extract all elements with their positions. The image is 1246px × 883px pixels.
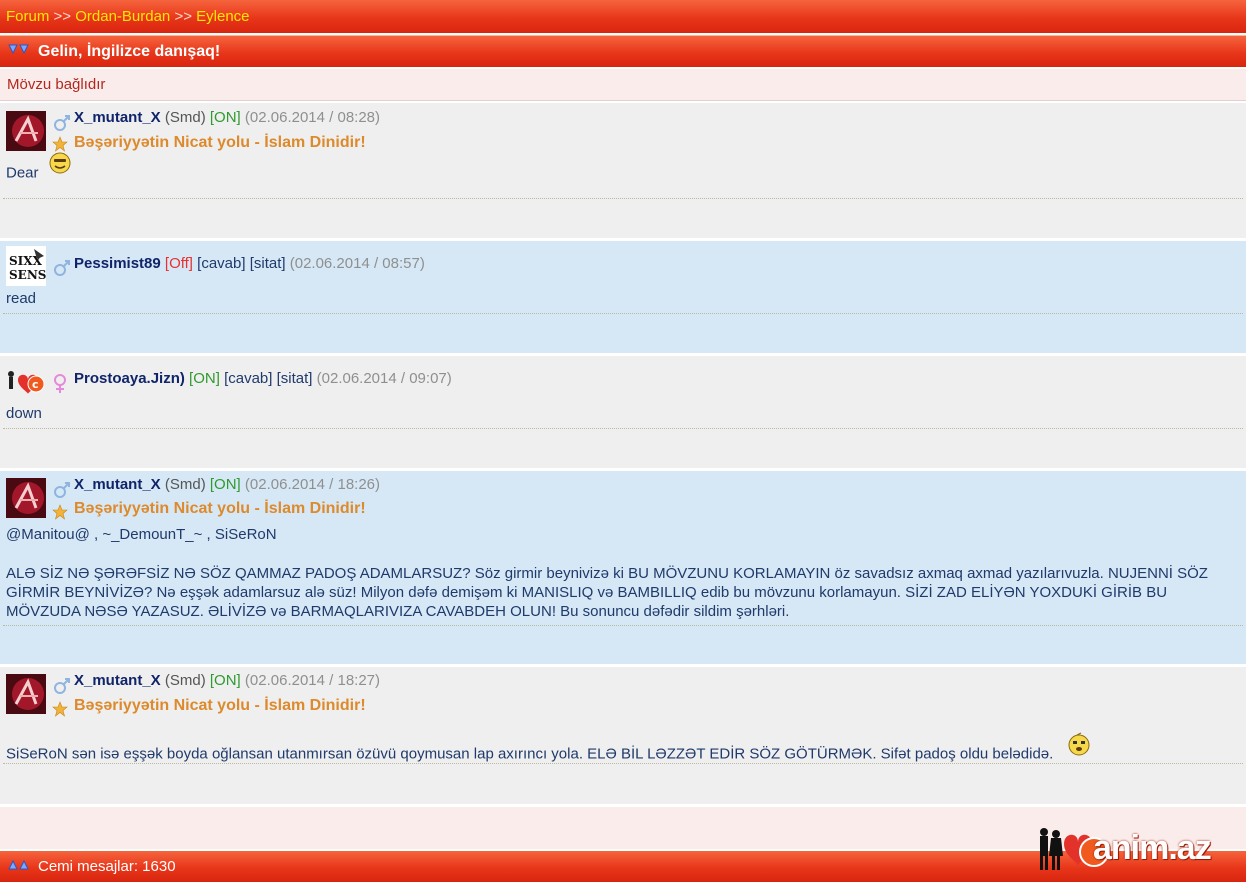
divider (3, 313, 1243, 314)
topic-title: Gelin, İngilizce danışaq! (38, 43, 221, 61)
user-status-text: Bəşəriyyətin Nicat yolu - İslam Dinidir! (74, 697, 366, 714)
post-mentions: @Manitou@ , ~_DemounT_~ , SiSeRoN (6, 526, 277, 543)
quote-link[interactable]: [sitat] (277, 370, 313, 387)
breadcrumb-section-link[interactable]: Ordan-Burdan (75, 8, 170, 25)
breadcrumb-separator: >> (53, 8, 72, 25)
divider (3, 763, 1243, 764)
post: c Prostoaya.Jizn) [ON] [cavab] [sitat] (… (0, 356, 1246, 469)
online-status: [ON] (189, 370, 220, 387)
quote-link[interactable]: [sitat] (250, 255, 286, 272)
male-icon (52, 113, 72, 137)
user-role: (Smd) (164, 672, 206, 689)
username-link[interactable]: Pessimist89 (74, 255, 161, 272)
post-date: (02.06.2014 / 18:26) (244, 476, 381, 493)
breadcrumb-subsection-link[interactable]: Eylence (196, 8, 249, 25)
topic-locked-notice: Mövzu bağlıdır (0, 69, 1246, 101)
double-up-arrow-icon[interactable] (8, 852, 30, 883)
star-icon (52, 504, 68, 524)
post-date: (02.06.2014 / 18:27) (244, 672, 381, 689)
star-icon (52, 701, 68, 721)
avatar[interactable]: SIXXSENSE (6, 246, 56, 286)
female-icon (52, 373, 68, 399)
smiley-icon (49, 152, 71, 179)
post-date: (02.06.2014 / 08:28) (244, 109, 381, 126)
avatar[interactable] (6, 111, 46, 151)
breadcrumb-separator: >> (174, 8, 192, 25)
site-logo-text: anim.az (1093, 829, 1212, 867)
username-link[interactable]: X_mutant_X (74, 672, 161, 689)
username-link[interactable]: Prostoaya.Jizn) (74, 370, 185, 387)
post: SIXXSENSE Pessimist89 [Off] [cavab] [sit… (0, 241, 1246, 354)
online-status: [ON] (209, 476, 241, 493)
online-status: [ON] (209, 672, 241, 689)
post-text: ALƏ SİZ NƏ ŞƏRƏFSİZ NƏ SÖZ QAMMAZ PADOŞ … (6, 565, 1208, 620)
post-text: read (6, 290, 37, 307)
post-text: Dear (6, 164, 39, 182)
post: X_mutant_X (Smd) [ON] (02.06.2014 / 18:2… (0, 471, 1246, 665)
username-link[interactable]: X_mutant_X (74, 476, 161, 493)
reply-link[interactable]: [cavab] (197, 255, 245, 272)
sleepy-smiley-icon (1067, 731, 1091, 762)
post-date: (02.06.2014 / 09:07) (316, 370, 452, 387)
post: X_mutant_X (Smd) [ON] (02.06.2014 / 18:2… (0, 667, 1246, 805)
male-icon (52, 258, 72, 282)
username-link[interactable]: X_mutant_X (74, 109, 161, 126)
divider (3, 428, 1243, 429)
user-role: (Smd) (164, 109, 206, 126)
male-icon (52, 480, 72, 504)
post-date: (02.06.2014 / 08:57) (289, 255, 425, 272)
breadcrumb-forum-link[interactable]: Forum (6, 8, 49, 25)
male-icon (52, 676, 72, 700)
breadcrumb: Forum >> Ordan-Burdan >> Eylence (0, 0, 1246, 33)
svg-text:c: c (32, 378, 39, 391)
divider (3, 625, 1243, 626)
double-down-arrow-icon[interactable] (8, 36, 30, 68)
online-status: [ON] (209, 109, 241, 126)
topic-title-bar: Gelin, İngilizce danışaq! (0, 35, 1246, 67)
user-role: (Smd) (164, 476, 206, 493)
post-text: down (6, 405, 42, 422)
user-status-text: Bəşəriyyətin Nicat yolu - İslam Dinidir! (74, 500, 366, 517)
svg-text:SENSE: SENSE (9, 268, 46, 282)
user-status-text: Bəşəriyyətin Nicat yolu - İslam Dinidir! (74, 134, 366, 151)
avatar[interactable] (6, 674, 46, 714)
offline-status: [Off] (164, 255, 193, 272)
divider (3, 198, 1243, 199)
total-messages: Cemi mesajlar: 1630 (38, 858, 176, 875)
reply-link[interactable]: [cavab] (224, 370, 272, 387)
avatar[interactable] (6, 478, 46, 518)
post-text: SiSeRoN sən isə eşşək boyda oğlansan uta… (6, 745, 1054, 763)
post: X_mutant_X (Smd) [ON] (02.06.2014 / 08:2… (0, 103, 1246, 239)
